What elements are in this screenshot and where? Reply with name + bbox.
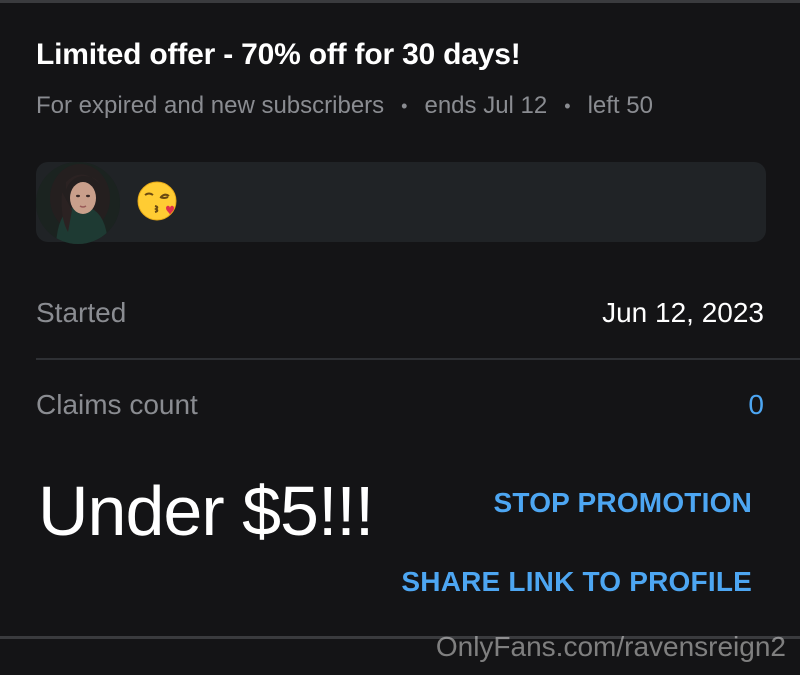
details-divider <box>36 358 800 360</box>
audience-text: For expired and new subscribers <box>36 92 385 119</box>
stop-promotion-button[interactable]: STOP PROMOTION <box>494 487 752 519</box>
remaining-count-text: left 50 <box>587 92 653 119</box>
claims-count-label: Claims count <box>36 389 198 420</box>
end-date-text: ends Jul 12 <box>424 92 548 119</box>
kissing-face-icon <box>136 180 178 222</box>
claims-count-value[interactable]: 0 <box>748 389 764 421</box>
started-label: Started <box>36 297 127 328</box>
top-divider <box>0 0 800 3</box>
promotion-screen: Limited offer - 70% off for 30 days! For… <box>0 0 800 675</box>
share-link-button[interactable]: SHARE LINK TO PROFILE <box>401 566 752 598</box>
separator-dot: • <box>564 96 571 117</box>
avatar[interactable] <box>36 162 120 244</box>
price-overlay-text: Under $5!!! <box>38 472 374 550</box>
promotion-title: Limited offer - 70% off for 30 days! <box>36 38 521 71</box>
watermark: OnlyFans.com/ravensreign2 <box>435 631 786 662</box>
promotion-subtitle: For expired and new subscribers • ends Jul… <box>36 92 653 120</box>
separator-dot: • <box>401 96 408 117</box>
started-date: Jun 12, 2023 <box>602 297 764 328</box>
avatar-photo <box>36 162 120 244</box>
